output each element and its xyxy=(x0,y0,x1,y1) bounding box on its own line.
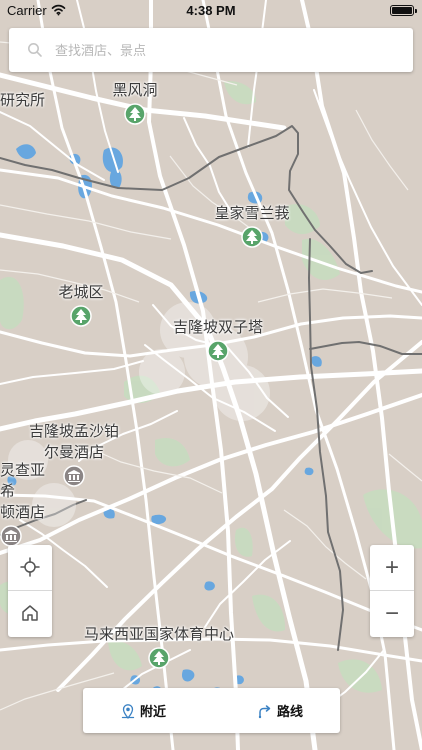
tree-icon xyxy=(124,103,146,125)
locate-icon xyxy=(20,557,40,577)
poi-label: 研究所 xyxy=(0,91,46,109)
search-icon xyxy=(28,43,42,57)
urban-blob xyxy=(214,365,270,421)
lake xyxy=(304,467,314,476)
poi-label: 黑风洞 xyxy=(112,81,158,99)
landmark-icon xyxy=(0,525,22,547)
bottom-navigation: 附近 路线 xyxy=(83,688,340,733)
poi-label: 马来西亚国家体育中心 xyxy=(83,625,234,643)
search-bar[interactable] xyxy=(9,28,413,72)
home-icon xyxy=(22,605,38,621)
poi-twin-towers[interactable]: 吉隆坡双子塔 xyxy=(160,317,276,362)
plus-icon: + xyxy=(384,554,399,581)
landmark-icon xyxy=(63,465,85,487)
poi-kl-hotel[interactable]: 灵查亚希 顿酒店 xyxy=(0,460,56,547)
nearby-label: 附近 xyxy=(139,705,166,720)
poi-black-wind-cave[interactable]: 黑风洞 xyxy=(105,80,165,125)
zoom-in-button[interactable]: + xyxy=(370,545,414,591)
search-input[interactable] xyxy=(53,38,397,64)
home-button[interactable] xyxy=(8,591,52,637)
poi-label: 老城区 xyxy=(58,283,104,301)
map-label-research[interactable]: 研究所 xyxy=(0,90,58,111)
map-left-controls xyxy=(8,545,52,637)
tree-icon xyxy=(207,340,229,362)
zoom-out-button[interactable]: − xyxy=(370,591,414,637)
battery-fill xyxy=(392,7,412,14)
poi-royal-selangor[interactable]: 皇家雪兰莪 xyxy=(206,203,298,248)
route-label: 路线 xyxy=(276,705,303,720)
route-icon xyxy=(258,704,271,718)
poi-label: 皇家雪兰莪 xyxy=(214,204,290,222)
route-button[interactable]: 路线 xyxy=(220,688,340,733)
tree-icon xyxy=(148,647,170,669)
tree-icon xyxy=(241,226,263,248)
zoom-controls: + − xyxy=(370,545,414,637)
locate-button[interactable] xyxy=(8,545,52,591)
minus-icon: − xyxy=(384,600,399,627)
poi-old-town[interactable]: 老城区 xyxy=(50,282,112,327)
poi-label: 吉隆坡双子塔 xyxy=(172,318,263,336)
clock-label: 4:38 PM xyxy=(186,3,236,18)
poi-national-stadium[interactable]: 马来西亚国家体育中心 xyxy=(77,624,241,669)
battery-tip xyxy=(415,9,417,13)
poi-label: 吉隆坡孟沙铂 尔曼酒店 xyxy=(28,422,119,461)
status-bar: Carrier 4:38 PM xyxy=(0,0,422,22)
poi-label: 灵查亚希 顿酒店 xyxy=(0,461,46,521)
tree-icon xyxy=(70,305,92,327)
map-pin-icon xyxy=(121,703,135,719)
nearby-button[interactable]: 附近 xyxy=(83,688,203,733)
map-screen: Carrier 4:38 PM 研究所 黑风洞 皇家雪兰莪 xyxy=(0,0,422,750)
battery-icon xyxy=(390,5,417,16)
